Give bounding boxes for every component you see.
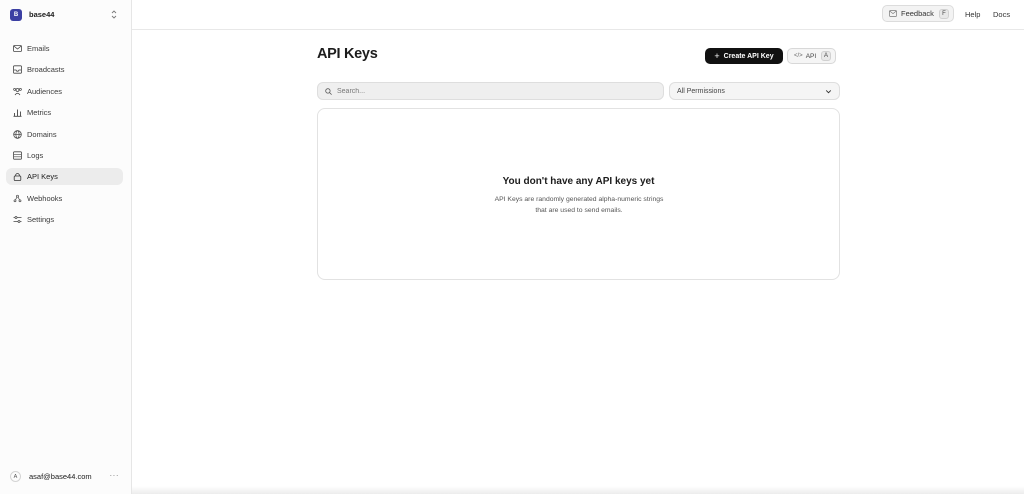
api-label: API bbox=[805, 52, 817, 60]
sidebar-item-audiences[interactable]: Audiences bbox=[6, 83, 123, 100]
sidebar-item-domains[interactable]: Domains bbox=[6, 126, 123, 143]
chevron-down-icon bbox=[825, 90, 832, 94]
top-bar: Feedback F Help Docs bbox=[132, 0, 1024, 30]
permissions-select[interactable]: All Permissions bbox=[669, 82, 840, 100]
sliders-icon bbox=[13, 215, 22, 224]
avatar: A bbox=[10, 471, 21, 482]
team-name: base44 bbox=[29, 10, 55, 19]
sidebar-item-label: Logs bbox=[27, 150, 44, 160]
webhook-icon bbox=[13, 194, 22, 203]
bottom-shadow bbox=[132, 486, 1024, 494]
sidebar-item-label: API Keys bbox=[27, 172, 58, 182]
sidebar-item-metrics[interactable]: Metrics bbox=[6, 104, 123, 121]
bar-chart-icon bbox=[13, 108, 22, 117]
api-button[interactable]: </> API A bbox=[787, 48, 836, 64]
lock-icon bbox=[13, 172, 22, 182]
globe-icon bbox=[13, 129, 22, 139]
more-icon[interactable]: ··· bbox=[110, 471, 120, 480]
sidebar-item-label: Emails bbox=[27, 44, 50, 53]
sidebar: B base44 Emails Broadcasts Audiences Met… bbox=[0, 0, 132, 494]
page-title: API Keys bbox=[317, 46, 378, 62]
user-menu[interactable]: A asaf@base44.com ··· bbox=[10, 470, 122, 483]
create-api-key-label: Create API Key bbox=[723, 52, 774, 60]
empty-state-card: You don't have any API keys yet API Keys… bbox=[317, 108, 840, 280]
sidebar-nav: Emails Broadcasts Audiences Metrics Doma… bbox=[6, 40, 123, 233]
sidebar-item-broadcasts[interactable]: Broadcasts bbox=[6, 61, 123, 78]
search-icon bbox=[325, 87, 332, 95]
mail-icon bbox=[889, 10, 897, 17]
mail-icon bbox=[13, 44, 22, 53]
permissions-select-value: All Permissions bbox=[677, 87, 725, 95]
sidebar-item-emails[interactable]: Emails bbox=[6, 40, 123, 57]
broadcast-icon bbox=[13, 65, 22, 74]
api-shortcut: A bbox=[821, 51, 831, 61]
feedback-shortcut: F bbox=[939, 9, 949, 19]
sidebar-item-settings[interactable]: Settings bbox=[6, 211, 123, 228]
sidebar-item-label: Webhooks bbox=[27, 193, 63, 203]
help-link[interactable]: Help bbox=[965, 10, 980, 19]
empty-state-title: You don't have any API keys yet bbox=[502, 176, 655, 187]
feedback-button[interactable]: Feedback F bbox=[882, 5, 954, 22]
sidebar-item-logs[interactable]: Logs bbox=[6, 147, 123, 164]
user-email: asaf@base44.com bbox=[29, 472, 92, 481]
sidebar-item-api-keys[interactable]: API Keys bbox=[6, 168, 123, 186]
team-avatar: B bbox=[10, 8, 22, 21]
feedback-label: Feedback bbox=[901, 9, 934, 18]
create-api-key-button[interactable]: + Create API Key bbox=[705, 48, 783, 64]
list-icon bbox=[13, 151, 22, 160]
sidebar-item-label: Audiences bbox=[27, 86, 63, 96]
sidebar-item-label: Broadcasts bbox=[27, 65, 65, 75]
empty-state-description: API Keys are randomly generated alpha-nu… bbox=[494, 196, 664, 214]
audiences-icon bbox=[13, 87, 22, 96]
search-field[interactable] bbox=[317, 82, 664, 100]
sidebar-item-webhooks[interactable]: Webhooks bbox=[6, 190, 123, 207]
chevron-up-down-icon bbox=[111, 10, 117, 19]
sidebar-item-label: Metrics bbox=[27, 108, 52, 118]
sidebar-item-label: Domains bbox=[27, 129, 57, 139]
code-icon: </> bbox=[794, 53, 803, 59]
team-switcher[interactable]: B base44 bbox=[10, 7, 120, 22]
sidebar-item-label: Settings bbox=[27, 215, 55, 225]
plus-icon: + bbox=[714, 50, 720, 61]
search-input[interactable] bbox=[337, 87, 637, 95]
docs-link[interactable]: Docs bbox=[993, 10, 1010, 19]
